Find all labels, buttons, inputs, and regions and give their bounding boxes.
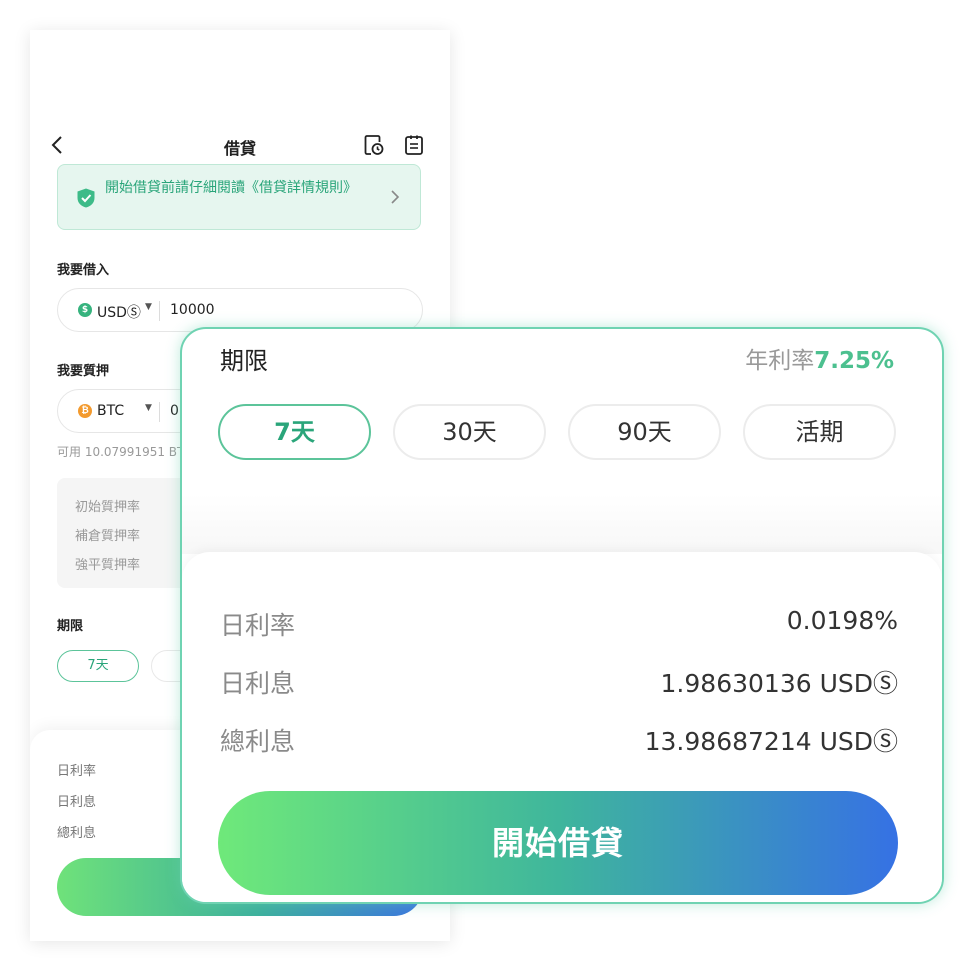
usds-coin-icon: $ — [78, 303, 92, 317]
duration-option-90d[interactable]: 90天 — [568, 404, 721, 460]
page-title: 借貸 — [223, 139, 256, 158]
history-icon[interactable] — [362, 133, 386, 157]
daily-interest-label: 日利息 — [220, 669, 296, 698]
duration-option-flexible[interactable]: 活期 — [743, 404, 896, 460]
loan-rules-notice[interactable]: 開始借貸前請仔細閱讀《借貸詳情規則》 — [57, 164, 421, 230]
loan-terms-zoom-card: 期限 年利率7.25% 7天 30天 90天 活期 日利率 0.0198% 日利… — [180, 327, 944, 904]
daily-rate-label-small: 日利率 — [57, 764, 97, 779]
available-balance: 可用 10.07991951 BT — [57, 445, 185, 459]
shield-check-icon — [77, 188, 95, 208]
nav-bar: 借貸 — [30, 125, 450, 165]
liquidation-ratio-label: 強平質押率 — [75, 558, 141, 573]
total-interest-label: 總利息 — [220, 727, 296, 756]
daily-interest-value: 1.98630136 USDⓈ — [660, 669, 898, 698]
total-interest-value: 13.98687214 USDⓈ — [644, 727, 898, 756]
duration-option-7d[interactable]: 7天 — [218, 404, 371, 460]
divider — [159, 301, 160, 321]
caret-down-icon: ▼ — [145, 403, 152, 413]
divider — [159, 402, 160, 422]
order-list-icon[interactable] — [402, 133, 426, 157]
term-label-small: 期限 — [57, 619, 84, 634]
duration-option-30d[interactable]: 30天 — [393, 404, 546, 460]
duration-option-7d-small[interactable]: 7天 — [57, 650, 139, 682]
margin-call-ratio-label: 補倉質押率 — [75, 529, 141, 544]
borrow-amount-value[interactable]: 10000 — [170, 302, 215, 318]
daily-rate-row: 日利率 0.0198% — [220, 606, 898, 646]
fade-divider — [182, 494, 942, 554]
notice-text: 開始借貸前請仔細閱讀《借貸詳情規則》 — [105, 180, 357, 196]
initial-ratio-label: 初始質押率 — [75, 500, 141, 515]
borrow-label: 我要借入 — [57, 263, 110, 278]
total-interest-label-small: 總利息 — [57, 826, 97, 841]
borrow-amount-input[interactable]: $ USDⓈ ▼ 10000 — [57, 288, 423, 332]
borrow-currency-select[interactable]: USDⓈ — [97, 302, 141, 322]
term-label: 期限 — [220, 347, 268, 375]
daily-rate-value: 0.0198% — [786, 606, 898, 635]
caret-down-icon: ▼ — [145, 302, 152, 312]
chevron-right-icon — [391, 190, 400, 204]
daily-rate-label: 日利率 — [220, 611, 296, 640]
annual-rate-value: 7.25% — [814, 348, 894, 374]
daily-interest-row: 日利息 1.98630136 USDⓈ — [220, 664, 898, 704]
daily-interest-label-small: 日利息 — [57, 795, 97, 810]
total-interest-row: 總利息 13.98687214 USDⓈ — [220, 722, 898, 762]
collateral-currency-select[interactable]: BTC — [97, 403, 124, 419]
collateral-label: 我要質押 — [57, 364, 110, 379]
annual-rate-label: 年利率 — [745, 348, 815, 374]
start-loan-button[interactable]: 開始借貸 — [218, 791, 898, 895]
btc-coin-icon: ₿ — [78, 404, 92, 418]
annual-rate: 年利率7.25% — [745, 341, 894, 375]
